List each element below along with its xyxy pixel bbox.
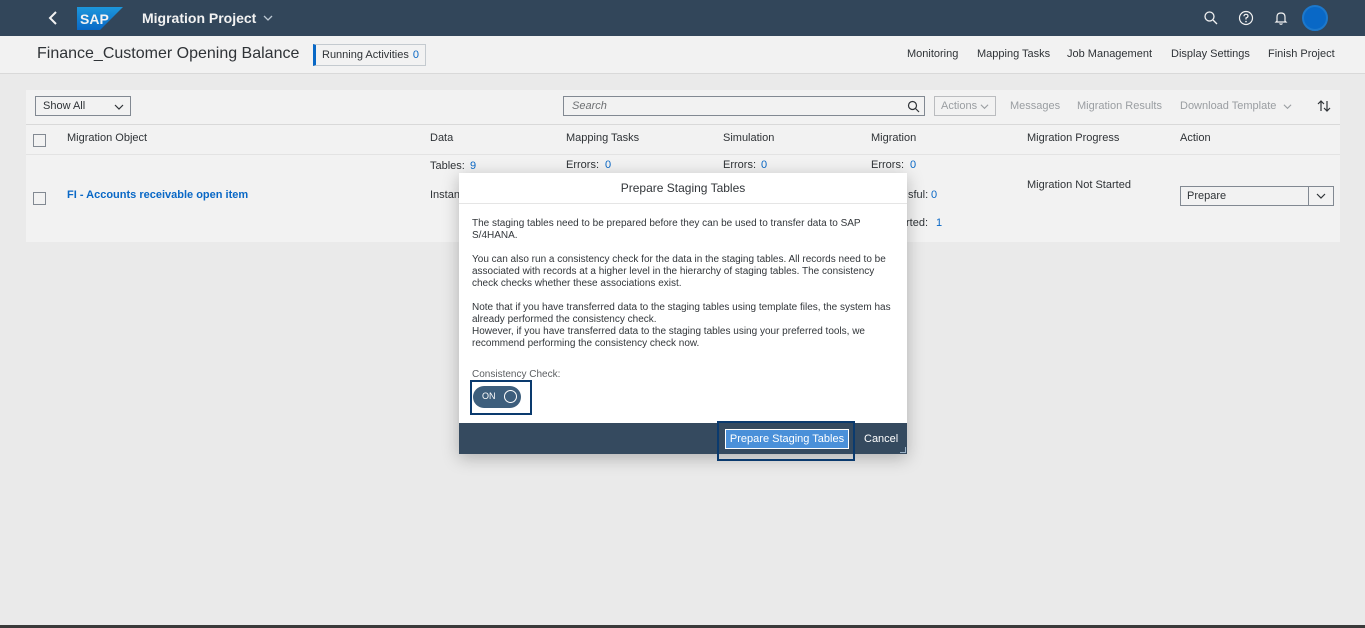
dialog-paragraph-3a: Note that if you have transferred data t… <box>472 302 891 325</box>
consistency-check-label: Consistency Check: <box>472 369 561 380</box>
cancel-button[interactable]: Cancel <box>864 433 898 445</box>
resize-handle-icon[interactable] <box>900 447 906 453</box>
prepare-staging-tables-dialog: Prepare Staging Tables The staging table… <box>459 173 907 461</box>
switch-on-text: ON <box>482 391 496 401</box>
dialog-title: Prepare Staging Tables <box>459 173 907 204</box>
prepare-staging-tables-button[interactable]: Prepare Staging Tables <box>725 429 849 449</box>
dialog-paragraph-3b: However, if you have transferred data to… <box>472 326 865 349</box>
consistency-check-switch[interactable]: ON <box>473 386 521 408</box>
switch-knob <box>504 390 517 403</box>
dialog-paragraph-1: The staging tables need to be prepared b… <box>472 218 861 241</box>
dialog-body: The staging tables need to be prepared b… <box>472 218 896 350</box>
dialog-paragraph-2: You can also run a consistency check for… <box>472 254 886 289</box>
